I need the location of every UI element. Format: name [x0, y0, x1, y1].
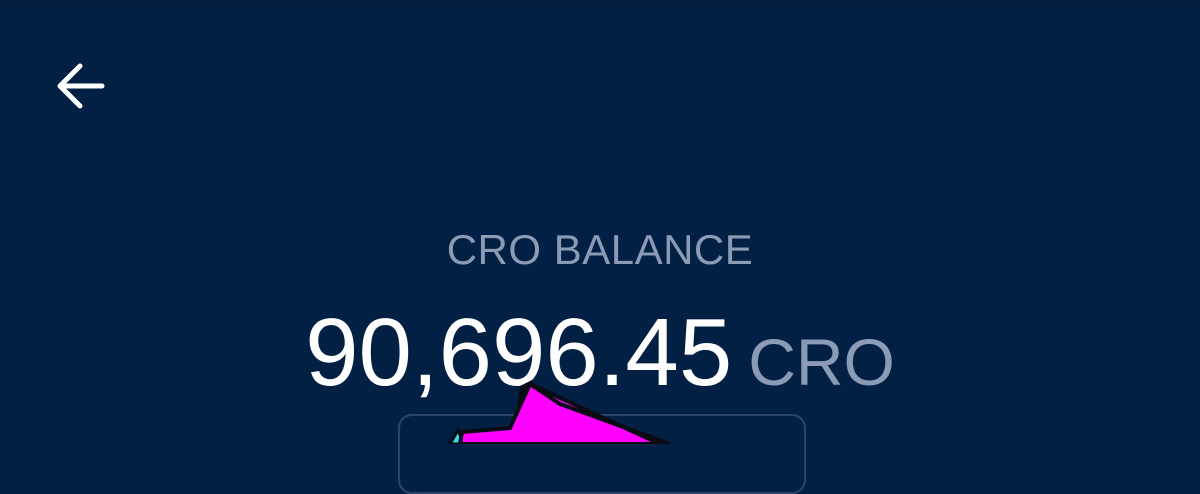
balance-label: CRO BALANCE	[446, 226, 754, 273]
top-status-strip	[0, 0, 1200, 6]
pointer-arrow-icon	[440, 370, 700, 449]
balance-unit: CRO	[748, 325, 895, 399]
arrow-left-icon	[54, 62, 106, 115]
back-button[interactable]	[48, 58, 112, 118]
